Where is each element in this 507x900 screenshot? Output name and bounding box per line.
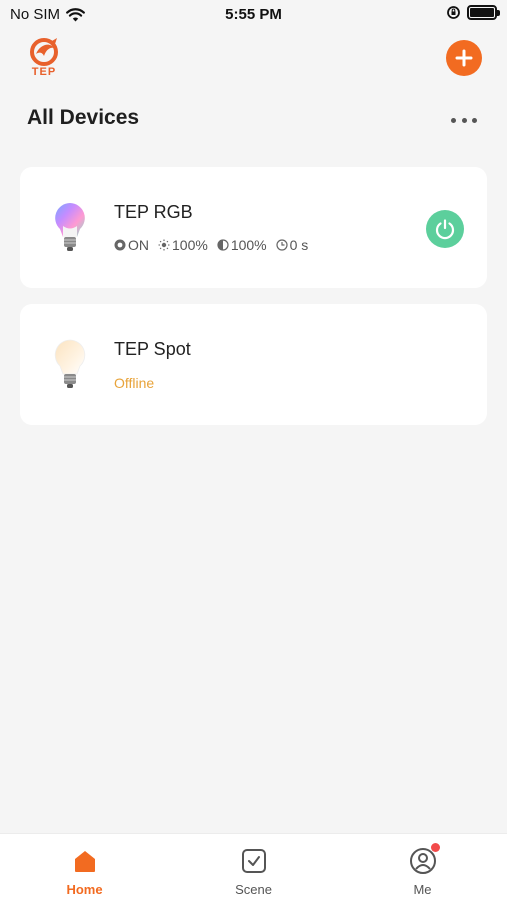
status-bar: No SIM 5:55 PM xyxy=(0,0,507,30)
power-state: ON xyxy=(114,237,149,253)
timer-value: 0 s xyxy=(276,237,309,253)
add-device-button[interactable] xyxy=(446,40,482,76)
brightness-text: 100% xyxy=(172,237,208,253)
device-status-row: ON 100% 100% 0 s xyxy=(114,237,308,253)
tab-scene[interactable]: Scene xyxy=(169,834,338,900)
temperature-text: 100% xyxy=(230,237,267,253)
device-name: TEP Spot xyxy=(114,339,191,359)
temperature-value: 100% xyxy=(217,237,267,253)
app-screen: No SIM 5:55 PM TEP All Devices TEP RGB O… xyxy=(0,0,507,900)
home-icon xyxy=(70,846,100,876)
offline-status: Offline xyxy=(114,375,155,391)
tab-bar: Home Scene Me xyxy=(0,833,507,900)
orientation-lock-icon xyxy=(447,6,460,19)
device-card[interactable]: TEP Spot Offline xyxy=(20,304,487,425)
power-icon xyxy=(435,219,455,240)
logo-text: TEP xyxy=(31,66,57,78)
app-logo: TEP xyxy=(26,38,62,80)
contrast-icon xyxy=(217,239,229,251)
power-toggle-button[interactable] xyxy=(426,210,464,248)
logo-mark-icon xyxy=(30,38,58,66)
status-right xyxy=(446,5,500,20)
more-dot xyxy=(451,117,456,123)
profile-icon xyxy=(408,843,440,876)
tab-me[interactable]: Me xyxy=(338,834,507,900)
clock-icon xyxy=(276,239,288,251)
device-card[interactable]: TEP RGB ON 100% 100% 0 s xyxy=(20,167,487,288)
battery-icon xyxy=(467,5,500,20)
sun-icon xyxy=(158,239,170,251)
timer-text: 0 s xyxy=(289,237,309,253)
switch-icon xyxy=(114,239,126,251)
scene-icon xyxy=(239,846,269,876)
tab-label: Me xyxy=(413,882,432,897)
page-title: All Devices xyxy=(27,106,140,129)
rgb-bulb-icon xyxy=(55,203,85,251)
tab-label: Scene xyxy=(235,882,272,897)
warm-bulb-icon xyxy=(54,339,86,388)
plus-icon xyxy=(455,49,473,67)
brightness-value: 100% xyxy=(158,237,208,253)
more-dot xyxy=(472,117,477,123)
power-state-text: ON xyxy=(128,237,149,253)
more-options-button[interactable] xyxy=(451,110,477,130)
tab-home[interactable]: Home xyxy=(0,834,169,900)
device-name: TEP RGB xyxy=(114,202,193,222)
tab-label: Home xyxy=(66,882,103,897)
notification-dot xyxy=(430,843,440,852)
status-time: 5:55 PM xyxy=(225,6,282,23)
more-dot xyxy=(461,117,467,123)
